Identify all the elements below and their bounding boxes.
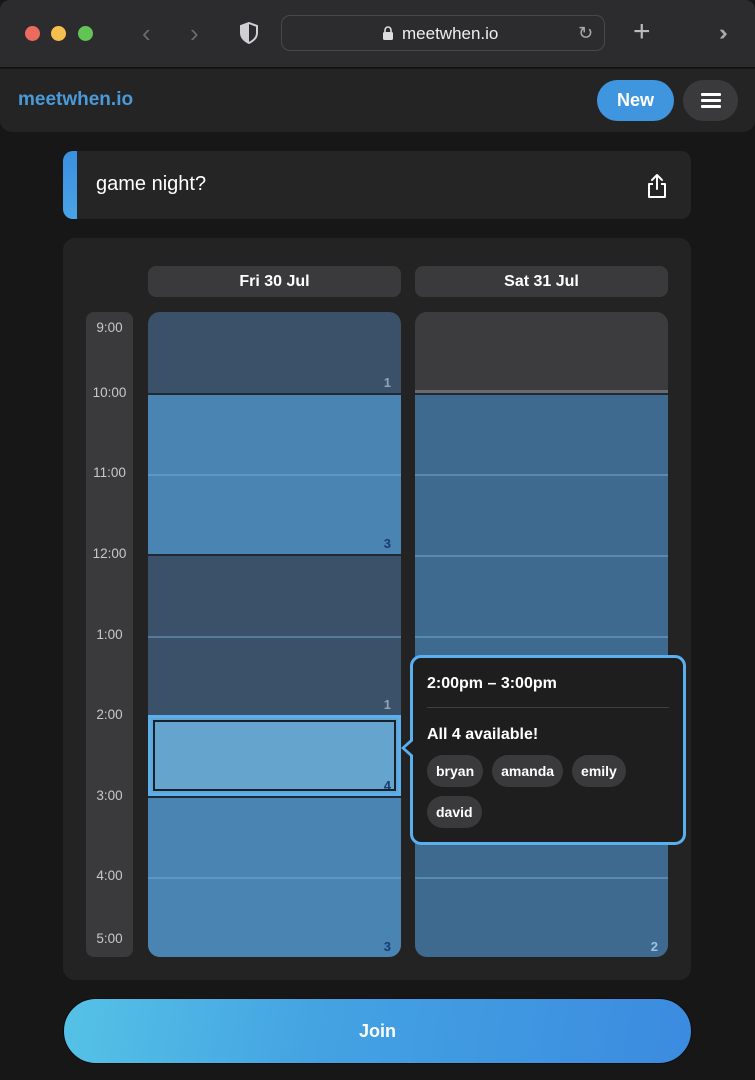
availability-block[interactable]: 1 [148, 553, 401, 716]
unavailable-slot[interactable] [415, 312, 668, 393]
day-column-fri[interactable]: 13143 [148, 312, 401, 957]
availability-block[interactable]: 3 [148, 392, 401, 554]
lock-icon [383, 26, 393, 40]
event-title-card: game night? [63, 151, 691, 219]
hour-gridline [148, 877, 401, 880]
participant-chip: emily [572, 755, 626, 787]
hamburger-icon [701, 93, 721, 96]
time-label: 11:00 [93, 465, 126, 481]
hour-gridline [415, 635, 668, 638]
maximize-window-button[interactable] [78, 26, 93, 41]
availability-count: 2 [650, 939, 658, 954]
tooltip-time-range: 2:00pm – 3:00pm [427, 675, 557, 692]
close-window-button[interactable] [25, 26, 40, 41]
time-label: 12:00 [92, 545, 127, 561]
reload-icon[interactable]: ↻ [578, 23, 598, 43]
brand-logo[interactable]: meetwhen.io [18, 89, 133, 111]
hamburger-icon-line [701, 99, 721, 102]
day-header: Fri 30 Jul [148, 266, 401, 297]
time-label: 1:00 [96, 626, 123, 642]
availability-count: 3 [383, 535, 391, 551]
plus-icon[interactable]: + [633, 14, 651, 50]
hamburger-icon-line [701, 105, 721, 108]
participant-chip: amanda [492, 755, 564, 787]
time-label: 5:00 [96, 931, 123, 946]
event-title: game night? [96, 173, 207, 195]
menu-button[interactable] [683, 80, 738, 121]
availability-count: 1 [383, 374, 391, 390]
time-label: 4:00 [96, 868, 123, 884]
availability-grid: Fri 30 Jul Sat 31 Jul 9:00 10:00 11:00 12:0… [63, 238, 691, 980]
participant-chip: bryan [427, 755, 484, 787]
hour-gridline [415, 474, 668, 477]
availability-block[interactable]: 1 [148, 312, 401, 393]
title-accent-bar [63, 151, 77, 219]
minimize-window-button[interactable] [51, 26, 66, 41]
availability-block[interactable]: 3 [148, 795, 401, 957]
time-label: 3:00 [96, 787, 123, 803]
double-chevron-right-icon[interactable]: ›› [719, 18, 727, 48]
tooltip-status: All 4 available! [427, 726, 539, 743]
time-label: 2:00 [96, 707, 123, 723]
participant-list: bryan amanda emily david [427, 755, 667, 828]
app-header: meetwhen.io New [0, 69, 755, 132]
time-label: 10:00 [92, 384, 127, 400]
day-column-sat[interactable]: 2 [415, 312, 668, 957]
hour-gridline [415, 554, 668, 557]
address-bar[interactable]: meetwhen.io ↻ [281, 15, 605, 51]
shield-icon[interactable] [239, 22, 259, 44]
browser-toolbar: ‹ › meetwhen.io ↻ + ›› [0, 0, 755, 68]
selected-slot-outline [148, 715, 401, 796]
chevron-right-icon[interactable]: › [190, 18, 199, 48]
time-axis: 9:00 10:00 11:00 12:00 1:00 2:00 3:00 4:00 5:00 [86, 312, 133, 957]
tooltip-divider [427, 707, 669, 708]
time-label: 9:00 [96, 320, 123, 335]
join-button[interactable]: Join [63, 998, 692, 1064]
hour-gridline [148, 635, 401, 638]
url-text: meetwhen.io [402, 24, 499, 43]
hour-gridline [415, 877, 668, 880]
new-event-button[interactable]: New [597, 80, 674, 121]
availability-count: 1 [383, 697, 391, 713]
availability-tooltip: 2:00pm – 3:00pm All 4 available! bryan a… [401, 655, 686, 845]
availability-count: 3 [383, 939, 391, 954]
day-header: Sat 31 Jul [415, 266, 668, 297]
participant-chip: david [427, 796, 482, 828]
chevron-left-icon[interactable]: ‹ [142, 18, 151, 48]
hour-gridline [148, 474, 401, 477]
tooltip-arrow [401, 738, 413, 758]
share-icon[interactable] [646, 173, 668, 199]
